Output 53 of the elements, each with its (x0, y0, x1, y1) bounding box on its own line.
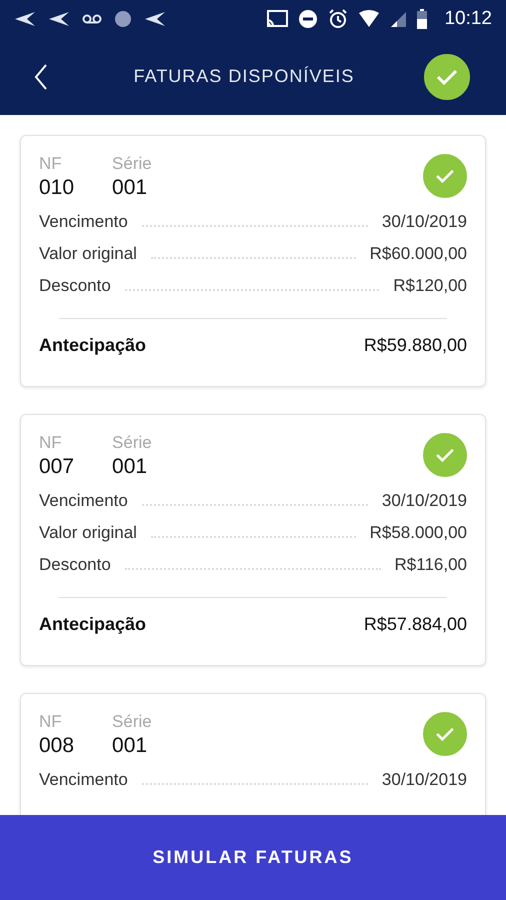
field-label: NF (39, 433, 63, 453)
select-checkbox[interactable] (423, 712, 467, 756)
notification-icon (14, 11, 36, 27)
screen-title: FATURAS DISPONÍVEIS (132, 66, 356, 87)
do-not-disturb-icon (298, 9, 318, 29)
row-value: 30/10/2019 (382, 212, 467, 232)
field-label: Série (112, 154, 152, 174)
cast-icon (266, 10, 288, 28)
dot-icon (114, 10, 132, 28)
row-value: R$60.000,00 (370, 244, 467, 264)
field-label: NF (39, 154, 63, 174)
alarm-icon (328, 9, 348, 29)
row-label: Desconto (39, 276, 111, 296)
simulate-button[interactable]: SIMULAR FATURAS (0, 815, 506, 900)
field-label: Série (112, 712, 152, 732)
total-value: R$57.884,00 (364, 614, 467, 635)
row-label: Valor original (39, 523, 137, 543)
voicemail-icon (82, 13, 102, 25)
select-checkbox[interactable] (423, 154, 467, 198)
clock-time: 10:12 (444, 8, 492, 30)
row-label: Desconto (39, 555, 111, 575)
total-label: Antecipação (39, 614, 146, 635)
total-value: R$59.880,00 (364, 335, 467, 356)
invoice-number: 010 (39, 176, 74, 200)
invoice-number: 007 (39, 455, 74, 479)
row-label: Vencimento (39, 770, 128, 790)
select-checkbox[interactable] (423, 433, 467, 477)
select-all-button[interactable] (424, 54, 470, 100)
row-label: Vencimento (39, 212, 128, 232)
row-value: 30/10/2019 (382, 491, 467, 511)
check-icon (436, 68, 458, 84)
check-icon (435, 448, 455, 462)
field-label: Série (112, 433, 152, 453)
row-value: 30/10/2019 (382, 770, 467, 790)
row-value: R$58.000,00 (370, 523, 467, 543)
row-value: R$120,00 (393, 276, 467, 296)
total-label: Antecipação (39, 335, 146, 356)
check-icon (435, 727, 455, 741)
row-value: R$116,00 (394, 555, 467, 575)
battery-icon (416, 9, 428, 29)
notification-icon (48, 11, 70, 27)
notification-icon (144, 11, 166, 27)
series-number: 001 (112, 176, 148, 200)
series-number: 001 (112, 455, 148, 479)
row-label: Vencimento (39, 491, 128, 511)
row-label: Valor original (39, 244, 137, 264)
series-number: 001 (112, 734, 148, 758)
wifi-icon (358, 10, 380, 28)
invoice-number: 008 (39, 734, 74, 758)
signal-icon (390, 11, 406, 27)
field-label: NF (39, 712, 63, 732)
back-icon (34, 64, 48, 90)
check-icon (435, 169, 455, 183)
